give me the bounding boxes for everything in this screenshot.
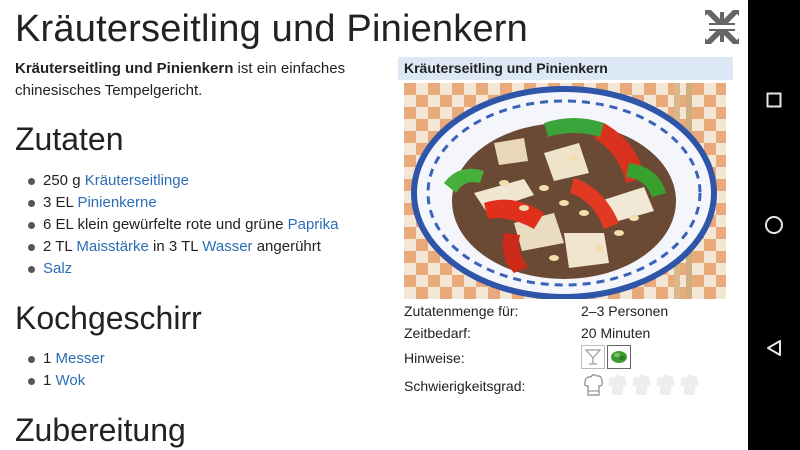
page-title: Kräuterseitling und Pinienkern xyxy=(15,8,528,50)
infobox-label-difficulty: Schwierigkeitsgrad: xyxy=(404,378,526,394)
section-heading-kochgeschirr: Kochgeschirr xyxy=(15,300,202,336)
recents-button[interactable] xyxy=(748,80,800,120)
ingredient-link[interactable]: Salz xyxy=(43,260,72,277)
infobox-header: Kräuterseitling und Pinienkern xyxy=(398,57,733,80)
list-item: 250 g Kräuterseitlinge xyxy=(28,170,338,192)
section-heading-zubereitung: Zubereitung xyxy=(15,412,186,448)
infobox-label-time: Zeitbedarf: xyxy=(404,325,471,341)
back-button[interactable] xyxy=(748,328,800,368)
infobox-label-hints: Hinweise: xyxy=(404,350,465,366)
list-item: Salz xyxy=(28,258,338,280)
intro-bold: Kräuterseitling und Pinienkern xyxy=(15,60,234,77)
dish-photo[interactable] xyxy=(404,83,726,299)
infobox-value-time: 20 Minuten xyxy=(581,325,651,341)
cocktail-glass-icon[interactable] xyxy=(581,345,605,369)
article-page: Kräuterseitling und Pinienkern Kräuterse… xyxy=(0,0,748,450)
back-triangle-icon xyxy=(767,340,781,356)
chef-hat-icon xyxy=(584,374,603,396)
recents-square-icon xyxy=(766,92,782,108)
cookware-link[interactable]: Wok xyxy=(56,372,86,389)
chef-hat-rating xyxy=(584,374,699,396)
ingredient-link[interactable]: Wasser xyxy=(202,238,252,255)
hints-icons xyxy=(581,345,631,372)
cookware-list: 1 Messer 1 Wok xyxy=(28,348,105,392)
chef-hat-icon xyxy=(608,374,699,395)
section-heading-zutaten: Zutaten xyxy=(15,121,124,157)
cookware-link[interactable]: Messer xyxy=(56,350,105,367)
ingredient-link[interactable]: Pinienkerne xyxy=(77,194,156,211)
hint-icons-group xyxy=(581,345,631,369)
list-item: 2 TL Maisstärke in 3 TL Wasser angerührt xyxy=(28,236,338,258)
home-circle-icon xyxy=(765,216,783,234)
list-item: 6 EL klein gewürfelte rote und grüne Pap… xyxy=(28,214,338,236)
intro-paragraph: Kräuterseitling und Pinienkern ist ein e… xyxy=(15,58,380,102)
list-item: 1 Messer xyxy=(28,348,105,370)
home-button[interactable] xyxy=(748,205,800,245)
list-item: 1 Wok xyxy=(28,370,105,392)
collapse-fullscreen-icon[interactable] xyxy=(703,8,741,46)
ingredient-link[interactable]: Kräuterseitlinge xyxy=(85,172,189,189)
ingredient-link[interactable]: Maisstärke xyxy=(76,238,149,255)
ingredient-link[interactable]: Paprika xyxy=(288,216,339,233)
ingredients-list: 250 g Kräuterseitlinge 3 EL Pinienkerne … xyxy=(28,170,338,280)
vegetarian-icon[interactable] xyxy=(607,345,631,369)
infobox-label-servings: Zutatenmenge für: xyxy=(404,303,519,319)
infobox-value-servings: 2–3 Personen xyxy=(581,303,669,319)
android-navigation-bar xyxy=(748,0,800,450)
difficulty-rating xyxy=(581,373,699,402)
recipe-infobox: Kräuterseitling und Pinienkern Zutatenme… xyxy=(398,57,733,396)
list-item: 3 EL Pinienkerne xyxy=(28,192,338,214)
